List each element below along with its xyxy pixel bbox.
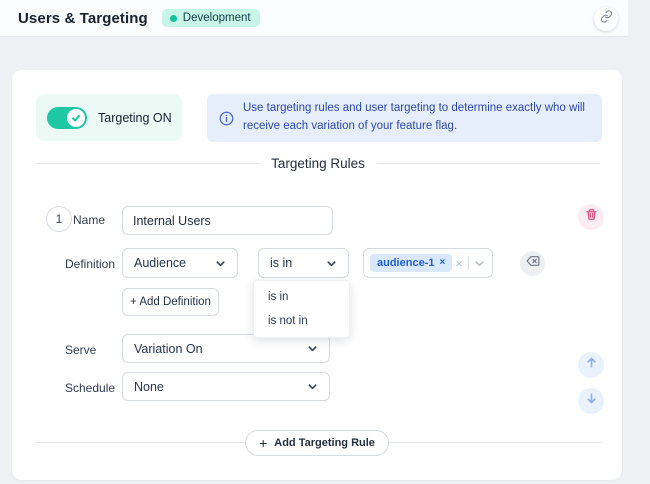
page-title: Users & Targeting [18, 10, 148, 27]
backspace-clear-button[interactable] [520, 251, 545, 276]
add-targeting-rule-label: Add Targeting Rule [274, 437, 375, 449]
serve-select[interactable]: Variation On [122, 334, 330, 363]
menu-item-is-in[interactable]: is in [254, 285, 349, 309]
chevron-down-icon[interactable] [474, 258, 485, 269]
targeting-toggle[interactable] [47, 107, 87, 129]
arrow-down-icon [585, 392, 598, 410]
trash-icon [585, 208, 598, 226]
divider-line [36, 163, 259, 164]
add-definition-button[interactable]: + Add Definition [122, 288, 219, 316]
rule-name-input[interactable] [122, 206, 333, 235]
menu-item-is-not-in[interactable]: is not in [254, 309, 349, 333]
users-and-targeting-screen: Users & Targeting Development Targeting … [0, 0, 650, 484]
divider-line [377, 163, 600, 164]
arrow-up-icon [585, 356, 598, 374]
environment-dot-icon [170, 15, 177, 22]
info-banner: Use targeting rules and user targeting t… [207, 94, 602, 142]
move-rule-down-button[interactable] [578, 388, 604, 414]
property-select[interactable]: Audience [122, 248, 238, 278]
environment-badge-label: Development [183, 12, 251, 24]
plus-icon: + [259, 436, 267, 450]
operator-dropdown-menu: is in is not in [253, 280, 350, 338]
chevron-down-icon [307, 343, 318, 354]
info-icon [219, 111, 234, 126]
copy-link-button[interactable] [594, 7, 618, 31]
audience-tag-label: audience-1 [377, 257, 434, 269]
add-targeting-rule-button[interactable]: + Add Targeting Rule [245, 430, 389, 456]
toggle-knob [67, 109, 85, 127]
chevron-down-icon [326, 258, 337, 269]
schedule-label: Schedule [65, 381, 115, 395]
operator-select-value: is in [270, 256, 292, 270]
check-icon [71, 113, 81, 123]
definition-label: Definition [65, 257, 115, 271]
rule-number-badge: 1 [46, 206, 72, 232]
multiselect-controls: × [455, 256, 485, 270]
targeting-toggle-container: Targeting ON [36, 94, 182, 141]
chevron-down-icon [307, 381, 318, 392]
link-icon [600, 10, 613, 28]
environment-badge: Development [162, 9, 260, 27]
chevron-down-icon [215, 258, 226, 269]
remove-tag-icon[interactable]: × [439, 258, 445, 268]
name-label: Name [73, 213, 105, 227]
backspace-icon [526, 254, 540, 273]
targeting-card: Targeting ON Use targeting rules and use… [12, 70, 622, 480]
schedule-select[interactable]: None [122, 372, 330, 401]
info-banner-text: Use targeting rules and user targeting t… [243, 100, 588, 136]
serve-label: Serve [65, 343, 96, 357]
targeting-rules-divider: Targeting Rules [36, 156, 600, 171]
operator-select[interactable]: is in [258, 248, 349, 278]
audience-multiselect[interactable]: audience-1 × × [363, 248, 493, 278]
targeting-toggle-label: Targeting ON [98, 111, 172, 125]
separator [468, 256, 469, 270]
page-header: Users & Targeting Development [0, 0, 628, 37]
audience-tag: audience-1 × [370, 254, 452, 272]
clear-selection-icon[interactable]: × [455, 257, 463, 270]
move-rule-up-button[interactable] [578, 352, 604, 378]
section-title: Targeting Rules [271, 156, 365, 171]
schedule-select-value: None [134, 380, 164, 394]
delete-rule-button[interactable] [578, 204, 604, 230]
serve-select-value: Variation On [134, 342, 203, 356]
property-select-value: Audience [134, 256, 186, 270]
